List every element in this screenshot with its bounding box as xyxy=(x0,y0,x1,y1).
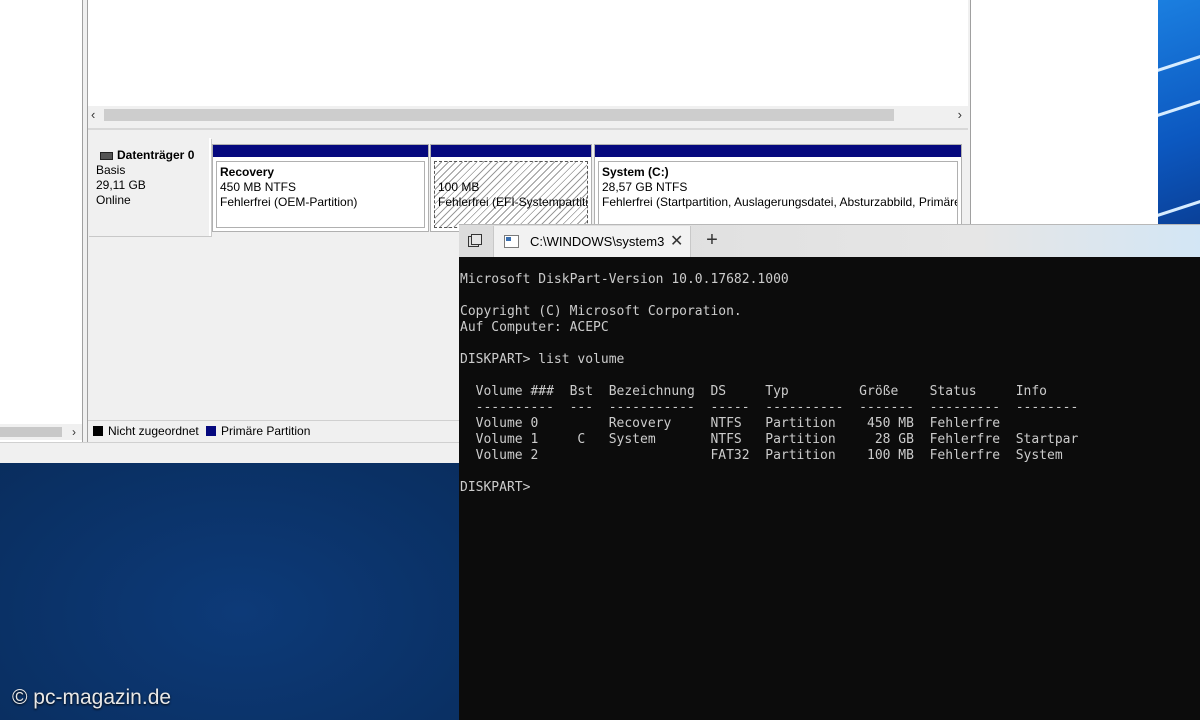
console-line: DISKPART> list volume xyxy=(460,352,625,367)
partition-efi[interactable]: 100 MB Fehlerfrei (EFI-Systempartition) xyxy=(430,144,592,232)
partition-recovery[interactable]: Recovery 450 MB NTFS Fehlerfrei (OEM-Par… xyxy=(212,144,429,232)
watermark: © pc-magazin.de xyxy=(12,686,172,709)
partition-title: Recovery xyxy=(220,165,275,179)
partition-size: 28,57 GB NTFS xyxy=(602,180,688,194)
desktop-wallpaper-edge xyxy=(1155,0,1200,230)
partition-status: Fehlerfrei (Startpartition, Auslagerungs… xyxy=(602,195,958,209)
legend-unallocated: Nicht zugeordnet xyxy=(108,424,199,438)
primary-partition-bar xyxy=(431,145,591,157)
tree-horizontal-scrollbar[interactable]: › xyxy=(0,424,82,440)
scrollbar-thumb[interactable] xyxy=(104,109,894,121)
command-prompt-window: C:\WINDOWS\system3 ✕ + Microsoft DiskPar… xyxy=(459,224,1200,720)
disk-name: Datenträger 0 xyxy=(117,148,195,162)
disk-status: Online xyxy=(96,193,131,207)
partition-title: System (C:) xyxy=(602,165,669,179)
console-line: Copyright (C) Microsoft Corporation. xyxy=(460,304,742,319)
scrollbar-thumb[interactable] xyxy=(0,427,62,437)
tab-cmd[interactable]: C:\WINDOWS\system3 ✕ xyxy=(493,226,691,257)
window-menu-icon[interactable] xyxy=(467,233,483,249)
disk-icon xyxy=(100,151,113,160)
disk-0-label[interactable]: Datenträger 0 Basis 29,11 GB Online xyxy=(88,138,211,236)
console-tree-pane: › xyxy=(0,0,83,442)
volume-list[interactable] xyxy=(88,0,968,106)
terminal-titlebar[interactable]: C:\WINDOWS\system3 ✕ + xyxy=(459,224,1200,257)
partition-title xyxy=(435,165,587,180)
partition-size: 450 MB NTFS xyxy=(220,180,297,194)
volume-list-horizontal-scrollbar[interactable]: ‹ › xyxy=(88,106,968,124)
scroll-right-arrow-icon[interactable]: › xyxy=(72,424,76,440)
close-tab-icon[interactable]: ✕ xyxy=(670,231,683,251)
console-line: Auf Computer: ACEPC xyxy=(460,320,609,335)
console-line: Microsoft DiskPart-Version 10.0.17682.10… xyxy=(460,272,789,287)
console-line: Volume 2 FAT32 Partition 100 MB Fehlerfr… xyxy=(460,448,1063,463)
unallocated-swatch xyxy=(93,426,103,436)
partition-status: Fehlerfrei (EFI-Systempartition) xyxy=(438,195,588,209)
scroll-right-arrow-icon[interactable]: › xyxy=(958,106,962,124)
new-tab-plus-icon[interactable]: + xyxy=(702,229,722,252)
console-line: Volume 1 C System NTFS Partition 28 GB F… xyxy=(460,432,1079,447)
disk-size: 29,11 GB xyxy=(96,178,146,192)
primary-partition-bar xyxy=(595,145,961,157)
partition-size: 100 MB xyxy=(438,180,480,194)
console-line: Volume 0 Recovery NTFS Partition 450 MB … xyxy=(460,416,1001,431)
partition-system-c[interactable]: System (C:) 28,57 GB NTFS Fehlerfrei (St… xyxy=(594,144,962,232)
tab-title: C:\WINDOWS\system3 xyxy=(530,234,665,249)
console-icon xyxy=(504,235,519,248)
primary-swatch xyxy=(206,426,216,436)
console-output[interactable]: Microsoft DiskPart-Version 10.0.17682.10… xyxy=(459,256,1200,720)
primary-partition-bar xyxy=(213,145,428,157)
partition-status: Fehlerfrei (OEM-Partition) xyxy=(220,195,358,209)
disk-type: Basis xyxy=(96,163,126,177)
console-line: ---------- --- ----------- ----- -------… xyxy=(460,400,1079,415)
scroll-left-arrow-icon[interactable]: ‹ xyxy=(91,106,95,124)
legend-primary: Primäre Partition xyxy=(221,424,311,438)
console-line: Volume ### Bst Bezeichnung DS Typ Größe … xyxy=(460,384,1047,399)
console-line: DISKPART> xyxy=(460,480,539,495)
